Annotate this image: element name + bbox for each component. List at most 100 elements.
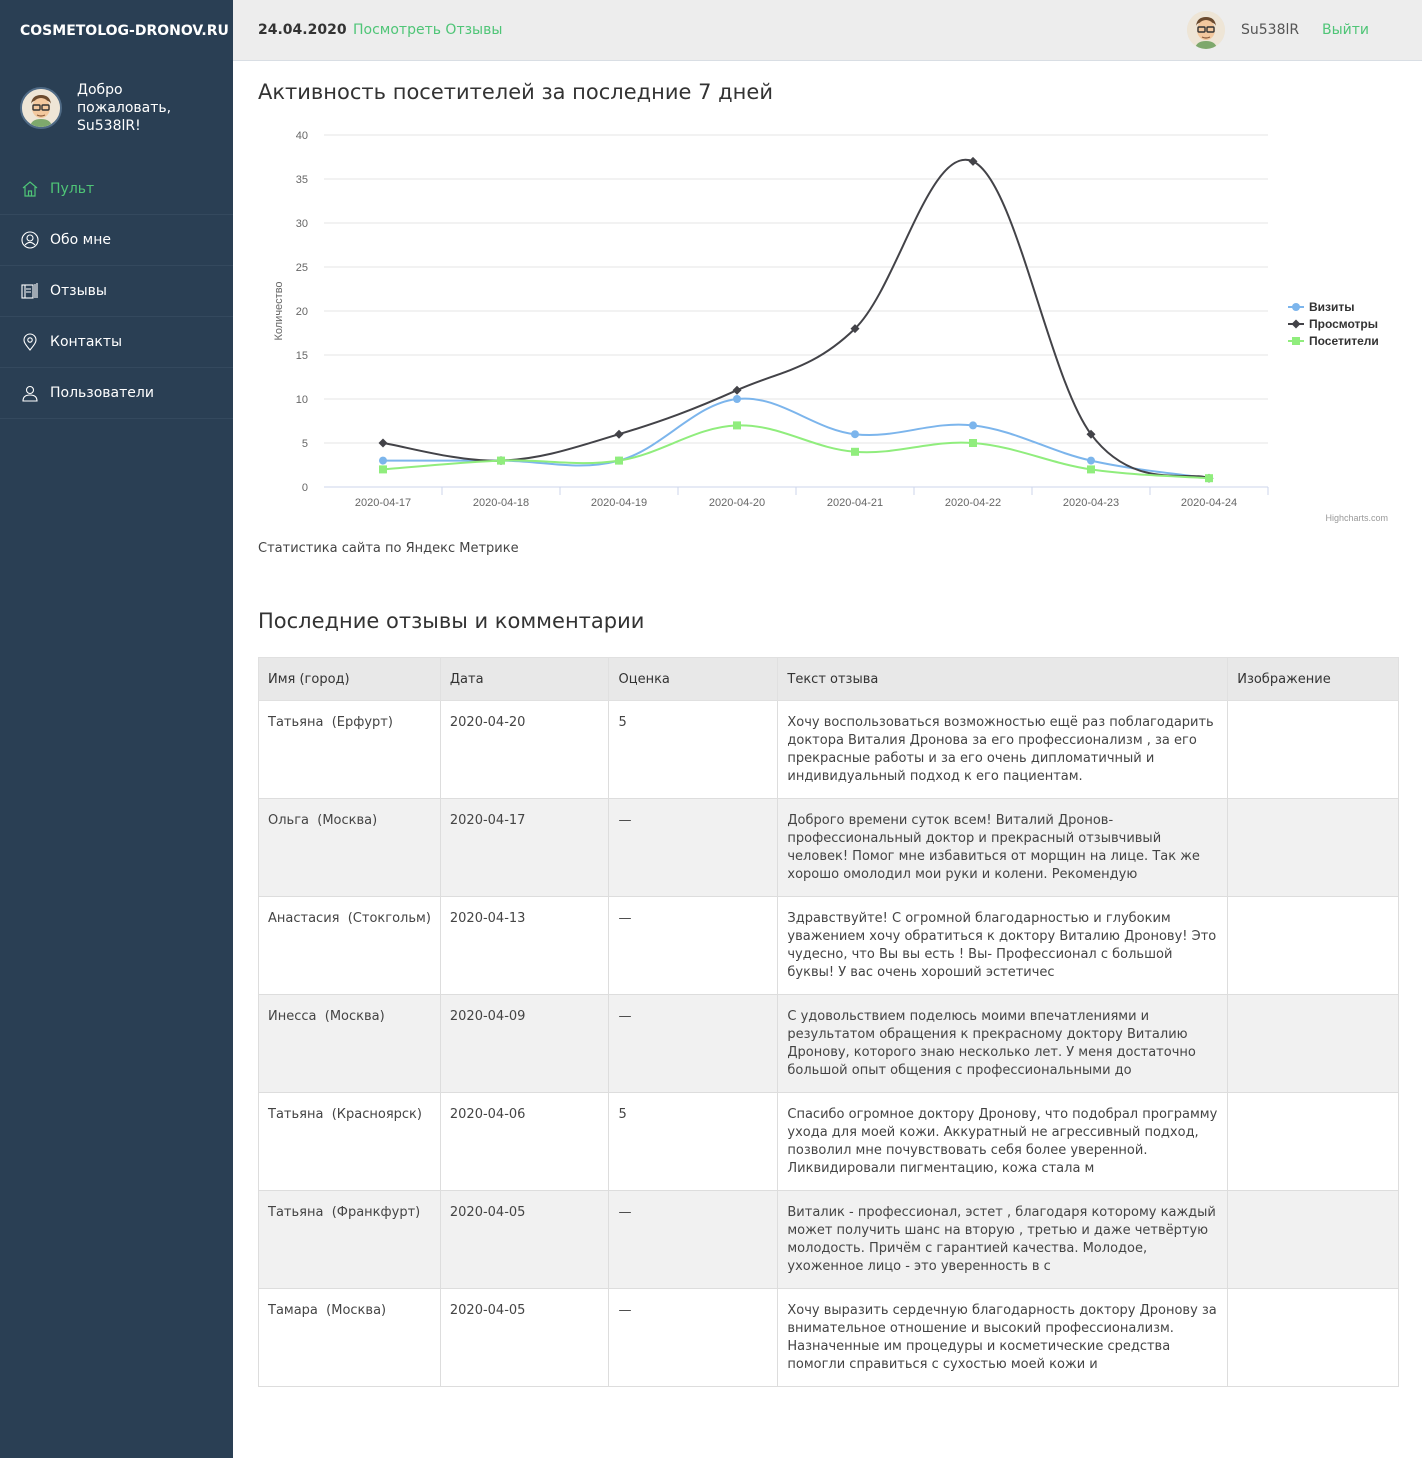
y-tick-label: 20 — [296, 306, 308, 318]
x-tick-label: 2020-04-21 — [827, 497, 883, 509]
reviews-title: Последние отзывы и комментарии — [258, 609, 645, 633]
x-tick-label: 2020-04-17 — [355, 497, 411, 509]
data-point — [497, 456, 505, 465]
reviews-table: Имя (город) Дата Оценка Текст отзыва Изо… — [258, 657, 1399, 1387]
review-image — [1227, 1092, 1399, 1191]
avatar-image — [22, 89, 60, 127]
review-text: Спасибо огромное доктору Дронову, что по… — [777, 1092, 1229, 1191]
review-date: 2020-04-05 — [439, 1288, 610, 1387]
series-line — [382, 158, 1210, 480]
sidebar-item-label: Пульт — [50, 181, 95, 197]
welcome-text: Добро пожаловать, Su538lR! — [77, 81, 213, 135]
review-author: Татьяна (Франкфурт) — [258, 1190, 441, 1289]
review-rating: 5 — [608, 700, 779, 799]
x-tick-label: 2020-04-19 — [591, 497, 647, 509]
table-header-row: Имя (город) Дата Оценка Текст отзыва Изо… — [258, 657, 1399, 701]
y-tick-label: 10 — [296, 394, 308, 406]
review-date: 2020-04-06 — [439, 1092, 610, 1191]
data-point — [851, 447, 859, 456]
view-reviews-link[interactable]: Посмотреть Отзывы — [353, 22, 502, 38]
logout-link[interactable]: Выйти — [1322, 22, 1369, 38]
chart-caption: Статистика сайта по Яндекс Метрике — [258, 541, 519, 556]
y-tick-label: 0 — [302, 482, 308, 494]
review-author: Тамара (Москва) — [258, 1288, 441, 1387]
welcome-line: Добро пожаловать, — [77, 82, 172, 116]
y-tick-label: 5 — [302, 438, 308, 450]
y-axis-title: Количество — [273, 281, 285, 340]
site-brand[interactable]: COSMETOLOG-DRONOV.RU — [0, 0, 233, 62]
data-point — [968, 156, 978, 166]
y-tick-label: 40 — [296, 130, 308, 142]
review-text: Хочу воспользоваться возможностью ещё ра… — [777, 700, 1229, 799]
review-image — [1227, 798, 1399, 897]
review-image — [1227, 896, 1399, 995]
series-line — [383, 397, 1210, 480]
sidebar-item-contacts[interactable]: Контакты — [0, 317, 233, 368]
sidebar-menu: Пульт Обо мне Отзывы Контакты Пользовате… — [0, 164, 233, 419]
table-row[interactable]: Татьяна (Ерфурт) 2020-04-20 5 Хочу воспольз… — [258, 700, 1399, 799]
review-date: 2020-04-05 — [439, 1190, 610, 1289]
sidebar-item-label: Пользователи — [50, 385, 154, 401]
y-tick-label: 15 — [296, 350, 308, 362]
sidebar-item-about[interactable]: Обо мне — [0, 215, 233, 266]
map-pin-icon — [20, 332, 40, 352]
users-icon — [20, 383, 40, 403]
review-rating: — — [608, 798, 779, 897]
welcome-username: Su538lR! — [77, 118, 141, 134]
sidebar-item-label: Отзывы — [50, 283, 107, 299]
data-point — [614, 429, 624, 439]
sidebar-item-label: Обо мне — [50, 232, 111, 248]
data-point — [851, 430, 859, 439]
column-header[interactable]: Имя (город) — [258, 657, 441, 701]
data-point — [379, 465, 387, 474]
table-row[interactable]: Татьяна (Красноярск) 2020-04-06 5 Спасибо о… — [258, 1092, 1399, 1191]
sidebar-item-users[interactable]: Пользователи — [0, 368, 233, 419]
x-tick-label: 2020-04-22 — [945, 497, 1001, 509]
review-date: 2020-04-09 — [439, 994, 610, 1093]
activity-chart-svg: 0 5 10 15 20 25 30 35 40 2020-04-17 2020-04-18 2020… — [273, 130, 1388, 523]
column-header[interactable]: Текст отзыва — [777, 657, 1229, 701]
review-image — [1227, 1190, 1399, 1289]
review-text: Доброго времени суток всем! Виталий Дрон… — [777, 798, 1229, 897]
data-point — [379, 456, 387, 465]
avatar-image — [1187, 11, 1225, 49]
sidebar: COSMETOLOG-DRONOV.RU Добро пожаловать, S… — [0, 0, 233, 1458]
column-header[interactable]: Изображение — [1227, 657, 1399, 701]
data-point — [378, 438, 388, 448]
sidebar-item-dashboard[interactable]: Пульт — [0, 164, 233, 215]
home-icon — [20, 179, 40, 199]
review-author: Ольга (Москва) — [258, 798, 441, 897]
legend-marker — [1292, 337, 1300, 345]
user-avatar[interactable] — [1187, 11, 1225, 49]
sidebar-item-reviews[interactable]: Отзывы — [0, 266, 233, 317]
column-header[interactable]: Оценка — [608, 657, 779, 701]
data-point — [969, 421, 977, 430]
user-circle-icon — [20, 230, 40, 250]
review-author: Анастасия (Стокгольм) — [258, 896, 441, 995]
current-date: 24.04.2020 — [258, 22, 347, 38]
legend-item: Посетители — [1309, 334, 1379, 348]
table-row[interactable]: Тамара (Москва) 2020-04-05— Хочу выразить … — [258, 1288, 1399, 1387]
review-image — [1227, 700, 1399, 799]
review-rating: 5 — [608, 1092, 779, 1191]
review-rating: — — [608, 1190, 779, 1289]
review-rating: — — [608, 1288, 779, 1387]
table-row[interactable]: Ольга (Москва) 2020-04-17— Доброго времени… — [258, 798, 1399, 897]
review-text: Хочу выразить сердечную благодарность до… — [777, 1288, 1229, 1387]
table-row[interactable]: Татьяна (Франкфурт) 2020-04-05— Виталик - … — [258, 1190, 1399, 1289]
username[interactable]: Su538lR — [1241, 22, 1299, 38]
data-point — [733, 395, 741, 403]
legend-marker — [1291, 319, 1301, 329]
legend-item: Просмотры — [1309, 317, 1378, 331]
column-header[interactable]: Дата — [439, 657, 610, 701]
review-text: Виталик - профессионал, эстет , благодар… — [777, 1190, 1229, 1289]
avatar — [20, 87, 62, 129]
x-tick-label: 2020-04-24 — [1181, 497, 1237, 509]
sidebar-item-label: Контакты — [50, 334, 123, 350]
table-row[interactable]: Анастасия (Стокгольм) 2020-04-13— Здравств… — [258, 896, 1399, 995]
activity-title: Активность посетителей за последние 7 дн… — [258, 80, 773, 104]
data-point — [732, 385, 742, 395]
review-date: 2020-04-17 — [439, 798, 610, 897]
table-row[interactable]: Инесса (Москва) 2020-04-09— С удовольствие… — [258, 994, 1399, 1093]
y-tick-label: 25 — [296, 262, 308, 274]
